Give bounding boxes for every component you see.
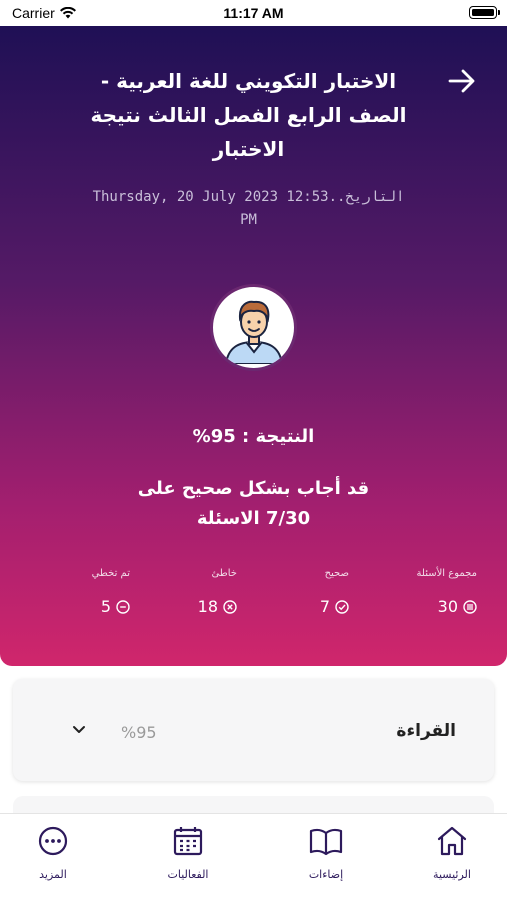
clock: 11:17 AM — [223, 5, 284, 21]
avatar — [210, 284, 297, 371]
minus-circle-icon — [116, 599, 130, 614]
stat-correct: صحيح 7 — [249, 568, 349, 616]
tab-more-label: المزيد — [39, 868, 67, 881]
arrow-right-icon — [448, 69, 475, 93]
stat-total-number: 30 — [437, 597, 458, 616]
x-circle-icon — [223, 599, 237, 614]
student-avatar-icon — [224, 300, 283, 364]
battery-icon — [469, 6, 500, 19]
home-icon — [437, 826, 467, 856]
chevron-down-icon — [73, 726, 85, 733]
score-text: النتيجة : 95% — [192, 426, 315, 447]
subject-percent: %95 — [121, 723, 157, 742]
expand-button[interactable] — [71, 721, 87, 740]
calendar-icon — [173, 827, 203, 856]
status-bar: Carrier 11:17 AM — [0, 0, 507, 26]
answered-summary: قد أجاب بشكل صحيح على 7/30 الاسئلة — [137, 478, 370, 529]
more-icon — [38, 826, 68, 856]
stat-correct-value: 7 — [249, 597, 349, 616]
stat-total: مجموع الأسئلة 30 — [377, 568, 477, 616]
stat-total-label: مجموع الأسئلة — [416, 568, 477, 579]
stat-total-value: 30 — [377, 597, 477, 616]
stat-correct-label: صحيح — [324, 568, 349, 579]
book-icon — [309, 828, 343, 856]
subject-card-reading[interactable]: القراءة %95 — [13, 679, 494, 781]
stat-wrong-number: 18 — [197, 597, 218, 616]
tab-events[interactable]: الفعاليات — [133, 824, 243, 881]
bottom-tab-bar: الرئيسية إضاءات الفعاليات المزيد — [0, 813, 507, 900]
page-title: الاختبار التكويني للغة العربية - الصف ال… — [90, 69, 407, 161]
subject-name: القراءة — [396, 721, 456, 741]
tab-insights[interactable]: إضاءات — [271, 824, 381, 881]
tab-more[interactable]: المزيد — [0, 824, 108, 881]
stats-row: مجموع الأسئلة 30 صحيح 7 خاطئ 18 تم تخطي — [30, 568, 477, 628]
list-icon — [463, 599, 477, 614]
tab-insights-label: إضاءات — [308, 868, 344, 881]
stat-correct-number: 7 — [319, 597, 330, 616]
result-header: الاختبار التكويني للغة العربية - الصف ال… — [0, 26, 507, 666]
stat-wrong: خاطئ 18 — [137, 568, 237, 616]
tab-home-label: الرئيسية — [433, 868, 471, 881]
tab-home[interactable]: الرئيسية — [397, 824, 507, 881]
stat-skipped: تم تخطي 5 — [30, 568, 130, 616]
stat-skipped-label: تم تخطي — [91, 568, 130, 579]
tab-events-label: الفعاليات — [167, 868, 209, 881]
back-button[interactable] — [447, 66, 477, 96]
test-date: التاريخ..Thursday, 20 July 2023 12:53 PM — [92, 189, 405, 228]
check-circle-icon — [335, 599, 349, 614]
stat-wrong-label: خاطئ — [211, 568, 237, 579]
stat-skipped-number: 5 — [100, 597, 111, 616]
stat-wrong-value: 18 — [137, 597, 237, 616]
stat-skipped-value: 5 — [30, 597, 130, 616]
